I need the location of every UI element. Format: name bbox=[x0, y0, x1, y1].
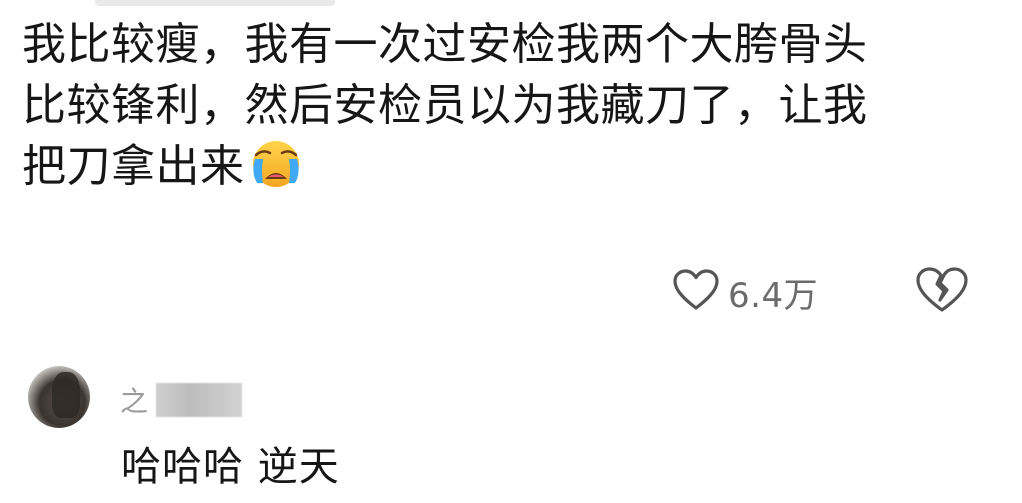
reply-text: 哈哈哈 逆天 bbox=[121, 444, 340, 490]
crying-face-emoji-icon bbox=[247, 139, 305, 205]
avatar[interactable] bbox=[28, 366, 90, 428]
username-redacted bbox=[156, 383, 243, 417]
comment-line-3: 把刀拿出来 bbox=[22, 141, 245, 192]
comment-line-2: 比较锋利，然后安检员以为我藏刀了，让我 bbox=[22, 80, 868, 131]
previous-element-edge bbox=[95, 0, 335, 6]
heart-icon bbox=[672, 268, 720, 316]
comment-body: 我比较瘦，我有一次过安检我两个大胯骨头 比较锋利，然后安检员以为我藏刀了，让我 把刀… bbox=[22, 14, 1012, 205]
comment-line-1: 我比较瘦，我有一次过安检我两个大胯骨头 bbox=[22, 19, 868, 70]
reply-item: 之 哈哈哈 逆天 bbox=[0, 352, 1022, 503]
username-initial: 之 bbox=[120, 385, 149, 418]
like-button[interactable]: 6.4万 bbox=[672, 266, 818, 318]
dislike-button[interactable] bbox=[914, 266, 970, 318]
comment-actions: 6.4万 bbox=[0, 264, 1022, 320]
broken-heart-icon bbox=[914, 266, 970, 318]
like-count: 6.4万 bbox=[728, 275, 819, 316]
reply-username[interactable]: 之 bbox=[120, 382, 243, 418]
